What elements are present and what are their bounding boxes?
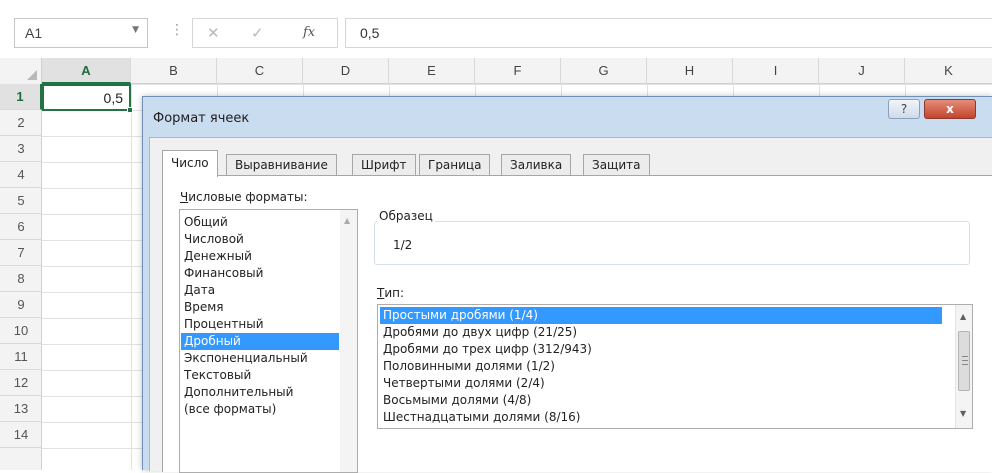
row-header-4[interactable]: 4 — [0, 162, 42, 188]
row-headers: 1 2 3 4 5 6 7 8 9 10 11 12 13 14 — [0, 84, 42, 470]
type-list[interactable]: Простыми дробями (1/4) Дробями до двух ц… — [377, 304, 973, 429]
dialog-titlebar[interactable]: Формат ячеек ? x — [143, 97, 992, 137]
category-item[interactable]: Дата — [181, 282, 339, 299]
tab-font[interactable]: Шрифт — [352, 154, 416, 176]
formula-bar: A1 ▼ ⋮ ✕ ✓ fx 0,5 — [0, 0, 992, 58]
row-header-7[interactable]: 7 — [0, 240, 42, 266]
column-header-e[interactable]: E — [389, 58, 475, 84]
type-item[interactable]: Шестнадцатыми долями (8/16) — [380, 409, 942, 426]
category-item-selected[interactable]: Дробный — [181, 333, 339, 350]
row-header-10[interactable]: 10 — [0, 318, 42, 344]
column-header-k[interactable]: K — [905, 58, 992, 84]
category-item[interactable]: (все форматы) — [181, 401, 339, 418]
row-header-6[interactable]: 6 — [0, 214, 42, 240]
name-box-value: A1 — [25, 25, 43, 41]
column-header-i[interactable]: I — [733, 58, 819, 84]
help-button[interactable]: ? — [888, 99, 920, 119]
formula-buttons: ✕ ✓ fx — [192, 18, 338, 48]
column-header-a[interactable]: A — [42, 58, 131, 84]
type-item-selected[interactable]: Простыми дробями (1/4) — [380, 307, 942, 324]
format-cells-dialog: Формат ячеек ? x Число Выравнивание Шриф… — [142, 96, 992, 473]
column-header-f[interactable]: F — [475, 58, 561, 84]
type-label: Тип: — [377, 286, 405, 300]
dialog-body: Число Выравнивание Шрифт Граница Заливка… — [149, 137, 992, 473]
column-headers: A B C D E F G H I J K — [0, 58, 992, 84]
formula-bar-separator: ⋮ — [170, 22, 184, 38]
category-item[interactable]: Денежный — [181, 248, 339, 265]
row-header-1[interactable]: 1 — [0, 84, 42, 110]
category-scrollbar[interactable]: ▲ — [340, 210, 357, 472]
row-header-2[interactable]: 2 — [0, 110, 42, 136]
column-header-h[interactable]: H — [647, 58, 733, 84]
formula-input[interactable]: 0,5 — [345, 18, 992, 48]
select-all-button[interactable] — [0, 58, 42, 84]
category-item[interactable]: Дополнительный — [181, 384, 339, 401]
column-header-c[interactable]: C — [217, 58, 303, 84]
row-header-11[interactable]: 11 — [0, 344, 42, 370]
categories-label: Числовые форматы: — [180, 190, 308, 204]
row-header-13[interactable]: 13 — [0, 396, 42, 422]
category-list[interactable]: Общий Числовой Денежный Финансовый Дата … — [179, 209, 358, 473]
type-scrollbar[interactable]: ▲ ▼ — [955, 305, 972, 428]
sample-value: 1/2 — [393, 238, 413, 252]
row-header-8[interactable]: 8 — [0, 266, 42, 292]
grip-icon — [962, 356, 968, 365]
cell-a1-value: 0,5 — [103, 90, 123, 106]
column-header-d[interactable]: D — [303, 58, 389, 84]
close-button[interactable]: x — [924, 99, 976, 119]
sample-groupbox — [374, 221, 970, 265]
tab-protection[interactable]: Защита — [583, 154, 650, 176]
category-item[interactable]: Числовой — [181, 231, 339, 248]
chevron-down-icon[interactable]: ▼ — [132, 25, 139, 35]
select-all-icon — [27, 70, 37, 80]
column-header-g[interactable]: G — [561, 58, 647, 84]
column-header-j[interactable]: J — [819, 58, 905, 84]
formula-value: 0,5 — [360, 25, 380, 41]
type-item[interactable]: Четвертыми долями (2/4) — [380, 375, 942, 392]
type-item[interactable]: Восьмыми долями (4/8) — [380, 392, 942, 409]
scroll-up-icon[interactable]: ▲ — [344, 216, 350, 225]
row-header-9[interactable]: 9 — [0, 292, 42, 318]
tab-alignment[interactable]: Выравнивание — [226, 154, 337, 176]
scrollbar-thumb[interactable] — [958, 331, 970, 391]
row-header-5[interactable]: 5 — [0, 188, 42, 214]
row-header-12[interactable]: 12 — [0, 370, 42, 396]
number-tab-page: Числовые форматы: Общий Числовой Денежны… — [162, 175, 992, 473]
cancel-icon[interactable]: ✕ — [207, 24, 220, 42]
tab-number[interactable]: Число — [162, 150, 218, 177]
sample-label: Образец — [377, 209, 435, 223]
type-item[interactable]: Дробями до трех цифр (312/943) — [380, 341, 942, 358]
column-header-b[interactable]: B — [131, 58, 217, 84]
category-item[interactable]: Время — [181, 299, 339, 316]
category-item[interactable]: Общий — [181, 214, 339, 231]
row-header-14[interactable]: 14 — [0, 422, 42, 448]
category-item[interactable]: Финансовый — [181, 265, 339, 282]
category-item[interactable]: Процентный — [181, 316, 339, 333]
scroll-down-icon[interactable]: ▼ — [960, 409, 966, 418]
dialog-title: Формат ячеек — [153, 111, 250, 126]
category-item[interactable]: Экспоненциальный — [181, 350, 339, 367]
enter-icon[interactable]: ✓ — [251, 24, 264, 42]
type-item[interactable]: Половинными долями (1/2) — [380, 358, 942, 375]
name-box[interactable]: A1 ▼ — [14, 18, 148, 48]
category-item[interactable]: Текстовый — [181, 367, 339, 384]
gridline — [131, 84, 132, 470]
row-header-3[interactable]: 3 — [0, 136, 42, 162]
tab-fill[interactable]: Заливка — [501, 154, 572, 176]
tab-border[interactable]: Граница — [419, 154, 491, 176]
insert-function-icon[interactable]: fx — [303, 25, 315, 40]
type-item[interactable]: Дробями до двух цифр (21/25) — [380, 324, 942, 341]
scroll-up-icon[interactable]: ▲ — [960, 312, 966, 321]
fill-handle[interactable] — [127, 107, 133, 113]
active-cell-a1[interactable]: 0,5 — [42, 84, 133, 113]
